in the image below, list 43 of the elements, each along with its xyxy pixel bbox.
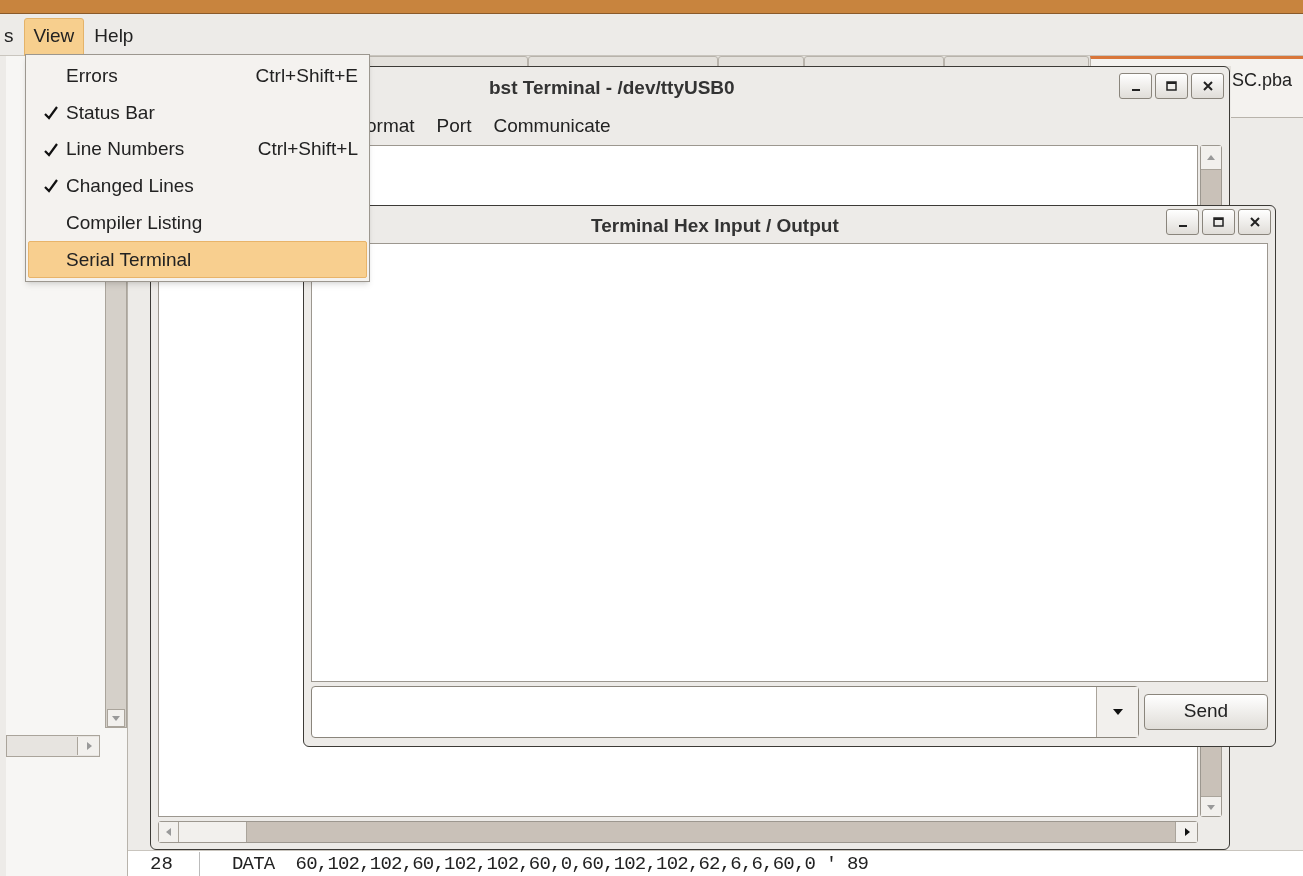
- menu-item[interactable]: Status Bar: [28, 94, 367, 132]
- scroll-thumb[interactable]: [179, 822, 247, 842]
- checkmark-icon: [43, 105, 59, 122]
- menu-item-label: Line Numbers: [66, 137, 185, 162]
- menu-item[interactable]: Compiler Listing: [28, 204, 367, 242]
- menu-item[interactable]: Errors Ctrl+Shift+E: [28, 58, 367, 95]
- close-button[interactable]: [1191, 73, 1224, 99]
- menu-item[interactable]: Communicate: [484, 111, 620, 141]
- checkmark-icon: [43, 141, 59, 158]
- maximize-icon: [1213, 217, 1224, 227]
- menu-item-label: Changed Lines: [66, 174, 194, 199]
- minimize-icon: [1131, 88, 1140, 91]
- shortcut-label: Ctrl+Shift+E: [255, 64, 358, 89]
- close-icon: [1202, 81, 1213, 91]
- window-title: bst Terminal - /dev/ttyUSB0: [489, 76, 735, 100]
- menu-item-label: Errors: [66, 64, 118, 89]
- maximize-button[interactable]: [1202, 209, 1235, 235]
- window-title: Terminal Hex Input / Output: [591, 214, 839, 238]
- minimize-button[interactable]: [1119, 73, 1152, 99]
- menu-item-label: Serial Terminal: [66, 247, 192, 272]
- menu-item[interactable]: Serial Terminal: [28, 241, 367, 279]
- minimize-icon: [1178, 224, 1187, 227]
- menu-item-label: Compiler Listing: [66, 210, 203, 235]
- checkmark-icon: [43, 178, 59, 195]
- menu-item[interactable]: Port: [427, 111, 481, 141]
- maximize-icon: [1166, 81, 1177, 91]
- send-button[interactable]: Send: [1144, 693, 1268, 730]
- menu-item[interactable]: Line Numbers Ctrl+Shift+L: [28, 131, 367, 169]
- dropdown-caret-icon: [1111, 707, 1124, 716]
- minimize-button[interactable]: [1166, 209, 1199, 235]
- editor-tab[interactable]: SC.pba: [1231, 56, 1303, 118]
- shortcut-label: Ctrl+Shift+L: [257, 137, 358, 162]
- menu-item[interactable]: Changed Lines: [28, 168, 367, 205]
- menu-item-label: Status Bar: [66, 100, 155, 125]
- line-number: 28: [128, 851, 200, 876]
- close-icon: [1249, 217, 1260, 227]
- maximize-button[interactable]: [1155, 73, 1188, 99]
- code-line: DATA 60,102,102,60,102,102,60,0,60,102,102,62,6,6,60,0 ' 89: [232, 851, 869, 876]
- close-button[interactable]: [1238, 209, 1271, 235]
- menu-item[interactable]: Help: [84, 17, 144, 56]
- menu-item[interactable]: s: [0, 17, 24, 56]
- scroll-down-icon: [111, 713, 121, 723]
- menu-item[interactable]: View: [23, 17, 85, 56]
